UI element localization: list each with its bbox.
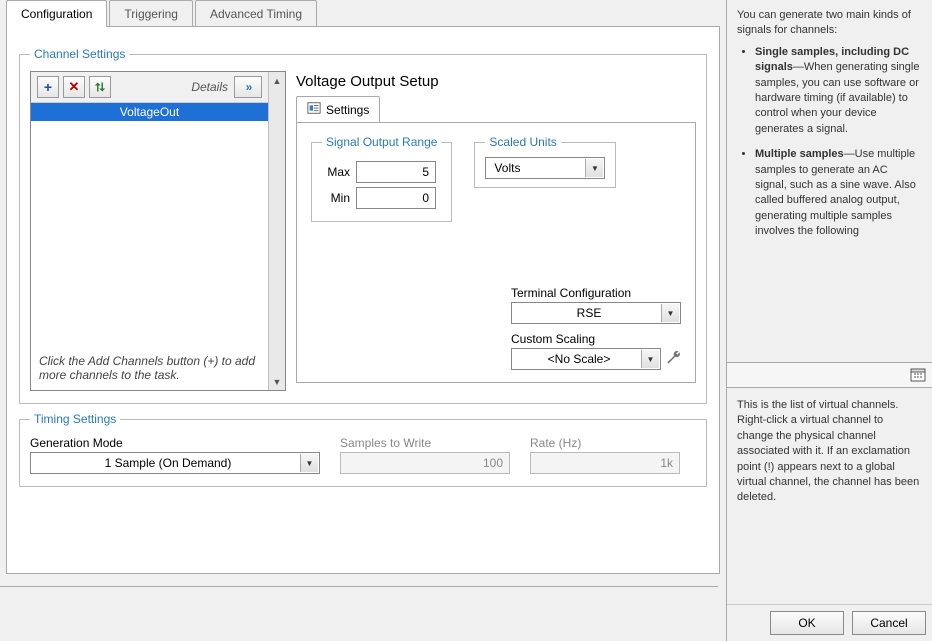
min-input[interactable]	[356, 187, 436, 209]
tab-triggering[interactable]: Triggering	[109, 0, 193, 27]
add-channel-button[interactable]: +	[37, 76, 59, 98]
details-label: Details	[115, 80, 230, 94]
rate-input	[530, 452, 680, 474]
timing-settings-group: Timing Settings Generation Mode 1 Sample…	[19, 412, 707, 487]
signal-output-range-legend: Signal Output Range	[322, 135, 441, 149]
channel-item-voltageout[interactable]: VoltageOut	[31, 103, 268, 121]
chevron-down-icon: ▼	[661, 304, 679, 322]
rate-label: Rate (Hz)	[530, 436, 680, 450]
expand-details-button[interactable]: »	[234, 76, 262, 98]
channel-settings-legend: Channel Settings	[30, 47, 129, 61]
scroll-down-icon[interactable]: ▼	[269, 373, 285, 390]
tab-configuration[interactable]: Configuration	[6, 0, 107, 27]
tab-panel-configuration: Channel Settings + ✕	[6, 26, 720, 574]
scaled-units-group: Scaled Units Volts ▼	[474, 135, 616, 188]
chevron-down-icon: ▼	[585, 159, 603, 177]
max-label: Max	[322, 165, 350, 179]
terminal-config-label: Terminal Configuration	[511, 286, 683, 300]
help-pane-top: You can generate two main kinds of signa…	[727, 0, 932, 362]
max-input[interactable]	[356, 161, 436, 183]
samples-to-write-input	[340, 452, 510, 474]
help-intro: You can generate two main kinds of signa…	[737, 8, 922, 39]
scaled-units-value: Volts	[494, 161, 520, 175]
wrench-icon[interactable]	[665, 349, 683, 370]
generation-mode-value: 1 Sample (On Demand)	[105, 456, 232, 470]
subtab-settings[interactable]: Settings	[296, 96, 380, 122]
chevron-down-icon: ▼	[300, 454, 318, 472]
calendar-icon[interactable]	[910, 366, 926, 385]
scroll-up-icon[interactable]: ▲	[269, 72, 285, 89]
remove-channel-button[interactable]: ✕	[63, 76, 85, 98]
ok-button[interactable]: OK	[770, 611, 844, 635]
help-bullet-multiple: Multiple samples—Use multiple samples to…	[755, 147, 922, 239]
help-bullet-single: Single samples, including DC signals—Whe…	[755, 45, 922, 137]
channel-list-scrollbar[interactable]: ▲ ▼	[268, 72, 285, 390]
custom-scaling-value: <No Scale>	[548, 352, 611, 366]
custom-scaling-combo[interactable]: <No Scale> ▼	[511, 348, 661, 370]
channel-hint: Click the Add Channels button (+) to add…	[31, 346, 268, 390]
min-label: Min	[322, 191, 350, 205]
help-toolbar	[727, 362, 932, 388]
settings-icon	[307, 101, 321, 118]
help-context: This is the list of virtual channels. Ri…	[727, 388, 932, 604]
samples-to-write-label: Samples to Write	[340, 436, 510, 450]
channel-toolbar: + ✕ Details »	[31, 72, 268, 103]
scaled-units-combo[interactable]: Volts ▼	[485, 157, 605, 179]
chevron-down-icon: ▼	[641, 350, 659, 368]
settings-body: Signal Output Range Max Min	[296, 123, 696, 383]
cancel-button[interactable]: Cancel	[852, 611, 926, 635]
signal-output-range-group: Signal Output Range Max Min	[311, 135, 452, 222]
generation-mode-combo[interactable]: 1 Sample (On Demand) ▼	[30, 452, 320, 474]
generation-mode-label: Generation Mode	[30, 436, 320, 450]
reorder-channel-button[interactable]	[89, 76, 111, 98]
channel-list: + ✕ Details » VoltageOut Click the Add	[30, 71, 286, 391]
subtab-settings-label: Settings	[326, 103, 369, 117]
channel-settings-group: Channel Settings + ✕	[19, 47, 707, 404]
scaled-units-legend: Scaled Units	[485, 135, 560, 149]
terminal-config-combo[interactable]: RSE ▼	[511, 302, 681, 324]
custom-scaling-label: Custom Scaling	[511, 332, 683, 346]
timing-settings-legend: Timing Settings	[30, 412, 120, 426]
tab-advanced-timing[interactable]: Advanced Timing	[195, 0, 317, 27]
terminal-config-value: RSE	[577, 306, 602, 320]
setup-title: Voltage Output Setup	[296, 73, 696, 90]
